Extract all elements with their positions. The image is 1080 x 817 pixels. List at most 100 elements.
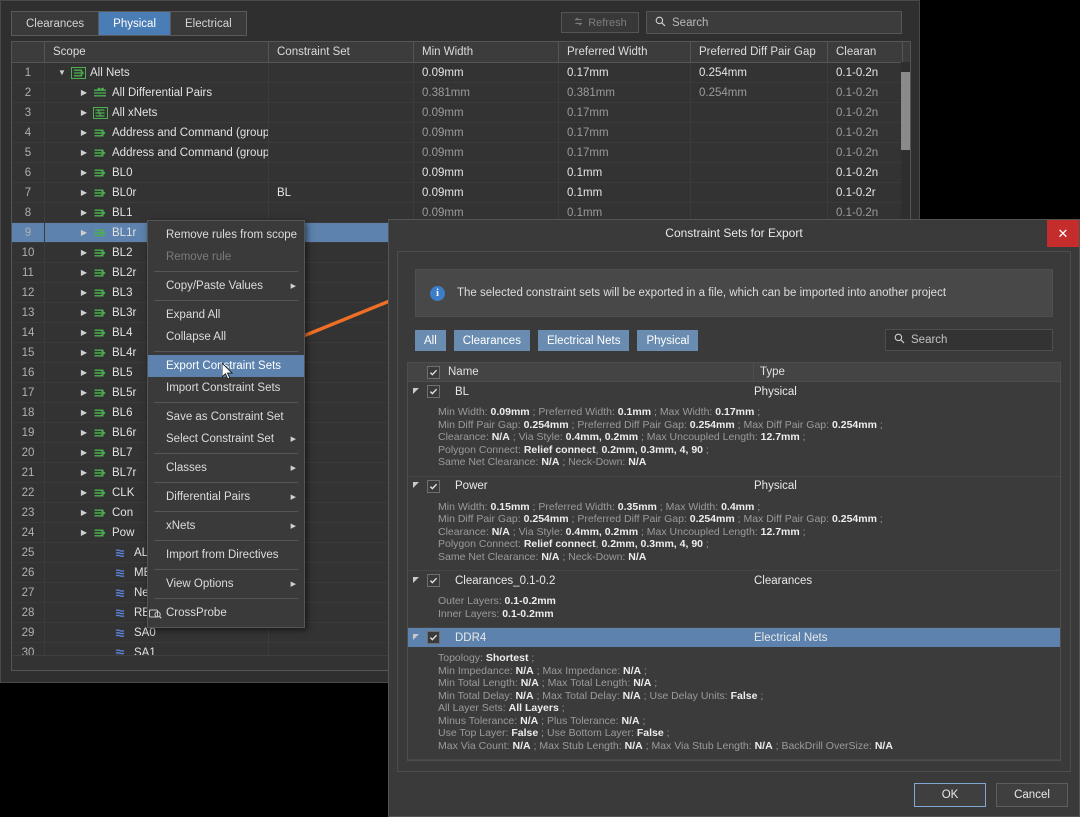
- expand-collapse-icon[interactable]: [408, 633, 425, 642]
- menu-item-expand-all[interactable]: Expand All: [148, 304, 304, 326]
- chevron-right-icon[interactable]: ▶: [79, 403, 89, 422]
- cancel-button[interactable]: Cancel: [996, 783, 1068, 807]
- item-checkbox[interactable]: [425, 385, 442, 398]
- expand-collapse-icon[interactable]: [408, 387, 425, 396]
- item-checkbox[interactable]: [425, 574, 442, 587]
- chevron-right-icon[interactable]: ▶: [79, 463, 89, 482]
- filter-physical[interactable]: Physical: [637, 330, 699, 351]
- table-row[interactable]: 4 ▶ Address and Command (group1) 0.09mm 0.17…: [12, 123, 910, 143]
- cell-cs[interactable]: [269, 163, 414, 182]
- chevron-right-icon[interactable]: ▶: [79, 223, 89, 242]
- expand-collapse-icon[interactable]: [408, 576, 425, 585]
- tab-physical[interactable]: Physical: [99, 12, 171, 35]
- cell-pdpg[interactable]: [691, 163, 828, 182]
- cell-prefw[interactable]: 0.1mm: [559, 163, 691, 182]
- item-checkbox[interactable]: [425, 479, 442, 493]
- cell-pdpg[interactable]: 0.254mm: [691, 83, 828, 102]
- chevron-right-icon[interactable]: ▶: [79, 283, 89, 302]
- tab-electrical[interactable]: Electrical: [171, 12, 246, 35]
- cell-prefw[interactable]: 0.1mm: [559, 183, 691, 202]
- table-row[interactable]: 1 ▼ All Nets 0.09mm 0.17mm 0.254mm 0.1-0.2n: [12, 63, 910, 83]
- chevron-right-icon[interactable]: ▶: [79, 323, 89, 342]
- chevron-right-icon[interactable]: ▶: [79, 343, 89, 362]
- scope-cell[interactable]: ▶ Address and Command (group2): [45, 143, 269, 162]
- table-row[interactable]: 7 ▶ BL0r BL 0.09mm 0.1mm 0.1-0.2r: [12, 183, 910, 203]
- cell-pdpg[interactable]: [691, 143, 828, 162]
- chevron-down-icon[interactable]: ▼: [57, 63, 67, 82]
- table-row[interactable]: 5 ▶ Address and Command (group2) 0.09mm 0.17…: [12, 143, 910, 163]
- cell-clr[interactable]: 0.1-0.2n: [828, 163, 903, 182]
- cell-minw[interactable]: 0.381mm: [414, 83, 559, 102]
- menu-item-save-as-constraint-set[interactable]: Save as Constraint Set: [148, 406, 304, 428]
- cell-pdpg[interactable]: [691, 103, 828, 122]
- refresh-button[interactable]: Refresh: [561, 12, 639, 33]
- menu-item-import-from-directives[interactable]: Import from Directives: [148, 544, 304, 566]
- cell-prefw[interactable]: 0.17mm: [559, 103, 691, 122]
- cell-prefw[interactable]: 0.17mm: [559, 143, 691, 162]
- menu-item-remove-rules-from-scope[interactable]: Remove rules from scope: [148, 224, 304, 246]
- cell-minw[interactable]: 0.09mm: [414, 143, 559, 162]
- cell-prefw[interactable]: 0.17mm: [559, 123, 691, 142]
- chevron-right-icon[interactable]: ▶: [79, 203, 89, 222]
- cell-minw[interactable]: 0.09mm: [414, 63, 559, 82]
- scope-cell[interactable]: ▼ All Nets: [45, 63, 269, 82]
- cell-minw[interactable]: 0.09mm: [414, 103, 559, 122]
- chevron-right-icon[interactable]: ▶: [79, 363, 89, 382]
- cell-pdpg[interactable]: 0.254mm: [691, 63, 828, 82]
- cell-pdpg[interactable]: [691, 123, 828, 142]
- select-all-checkbox[interactable]: [425, 365, 442, 379]
- scope-cell[interactable]: ▶ BL0r: [45, 183, 269, 202]
- cell-cs[interactable]: [269, 63, 414, 82]
- cell-minw[interactable]: 0.09mm: [414, 163, 559, 182]
- grid-column-header[interactable]: Clearan: [828, 42, 903, 62]
- chevron-right-icon[interactable]: ▶: [79, 383, 89, 402]
- cell-clr[interactable]: 0.1-0.2n: [828, 63, 903, 82]
- cell-clr[interactable]: 0.1-0.2n: [828, 123, 903, 142]
- list-item[interactable]: Power Physical: [408, 477, 1060, 496]
- grid-column-header[interactable]: Preferred Width: [559, 42, 691, 62]
- menu-item-collapse-all[interactable]: Collapse All: [148, 326, 304, 348]
- chevron-right-icon[interactable]: ▶: [79, 423, 89, 442]
- menu-item-select-constraint-set[interactable]: Select Constraint Set ▶: [148, 428, 304, 450]
- chevron-right-icon[interactable]: ▶: [79, 83, 89, 102]
- cell-cs[interactable]: [269, 103, 414, 122]
- grid-column-header[interactable]: Preferred Diff Pair Gap: [691, 42, 828, 62]
- menu-item-view-options[interactable]: View Options ▶: [148, 573, 304, 595]
- grid-column-header[interactable]: [12, 42, 45, 62]
- scope-cell[interactable]: ▶ BL0: [45, 163, 269, 182]
- menu-item-differential-pairs[interactable]: Differential Pairs ▶: [148, 486, 304, 508]
- rule-type-tabs[interactable]: Clearances Physical Electrical: [11, 11, 247, 36]
- chevron-right-icon[interactable]: ▶: [79, 503, 89, 522]
- list-item[interactable]: DDR4 Electrical Nets: [408, 628, 1060, 647]
- chevron-right-icon[interactable]: ▶: [79, 163, 89, 182]
- chevron-right-icon[interactable]: ▶: [79, 303, 89, 322]
- filter-electrical-nets[interactable]: Electrical Nets: [537, 330, 630, 351]
- table-row[interactable]: 3 ▶ All xNets 0.09mm 0.17mm 0.1-0.2n: [12, 103, 910, 123]
- cell-clr[interactable]: 0.1-0.2r: [828, 183, 903, 202]
- cell-cs[interactable]: [269, 83, 414, 102]
- cell-pdpg[interactable]: [691, 183, 828, 202]
- chevron-right-icon[interactable]: ▶: [79, 103, 89, 122]
- filter-clearances[interactable]: Clearances: [453, 330, 530, 351]
- vertical-scroll-thumb[interactable]: [901, 72, 910, 150]
- close-icon[interactable]: ✕: [1047, 220, 1079, 247]
- list-item[interactable]: Clearances_0.1-0.2 Clearances: [408, 571, 1060, 590]
- chevron-right-icon[interactable]: ▶: [79, 483, 89, 502]
- menu-item-classes[interactable]: Classes ▶: [148, 457, 304, 479]
- ok-button[interactable]: OK: [914, 783, 986, 807]
- list-item[interactable]: BL Physical: [408, 382, 1060, 401]
- chevron-right-icon[interactable]: ▶: [79, 143, 89, 162]
- menu-item-crossprobe[interactable]: CrossProbe: [148, 602, 304, 624]
- menu-item-xnets[interactable]: xNets ▶: [148, 515, 304, 537]
- dialog-search-input[interactable]: Search: [885, 329, 1053, 351]
- cell-minw[interactable]: 0.09mm: [414, 183, 559, 202]
- cell-clr[interactable]: 0.1-0.2n: [828, 83, 903, 102]
- chevron-right-icon[interactable]: ▶: [79, 263, 89, 282]
- search-input[interactable]: Search: [646, 11, 902, 34]
- chevron-right-icon[interactable]: ▶: [79, 123, 89, 142]
- table-row[interactable]: 2 ▶ All Differential Pairs 0.381mm 0.381mm 0.…: [12, 83, 910, 103]
- filter-buttons[interactable]: All Clearances Electrical Nets Physical: [415, 330, 699, 351]
- tab-clearances[interactable]: Clearances: [12, 12, 100, 35]
- grid-column-header[interactable]: Min Width: [414, 42, 559, 62]
- chevron-right-icon[interactable]: ▶: [79, 523, 89, 542]
